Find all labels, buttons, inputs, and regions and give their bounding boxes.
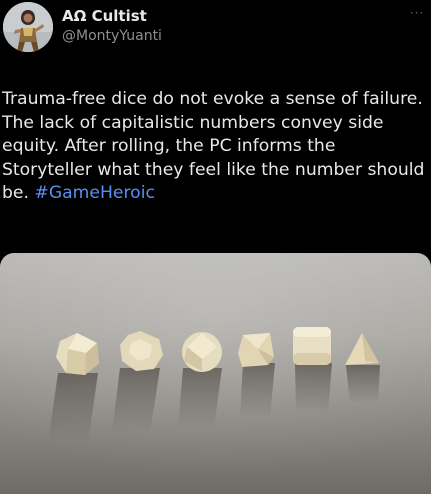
user-handle[interactable]: @MontyYuanti xyxy=(62,28,162,44)
display-name[interactable]: AΩ Cultist xyxy=(62,7,147,25)
avatar[interactable] xyxy=(3,2,53,52)
die-d6 xyxy=(293,327,331,365)
avatar-image xyxy=(3,2,53,52)
more-horizontal-icon[interactable]: ··· xyxy=(408,6,426,20)
die-d10 xyxy=(182,332,222,372)
tweet-text: Trauma-free dice do not evoke a sense of… xyxy=(2,88,430,206)
tweet: AΩ Cultist @MontyYuanti ··· Trauma-free … xyxy=(0,0,431,494)
hashtag-link[interactable]: #GameHeroic xyxy=(34,183,155,203)
tweet-header: AΩ Cultist @MontyYuanti ··· xyxy=(0,0,431,60)
tweet-media[interactable] xyxy=(0,253,431,494)
die-d8 xyxy=(238,333,274,367)
dice-photo xyxy=(0,253,431,494)
